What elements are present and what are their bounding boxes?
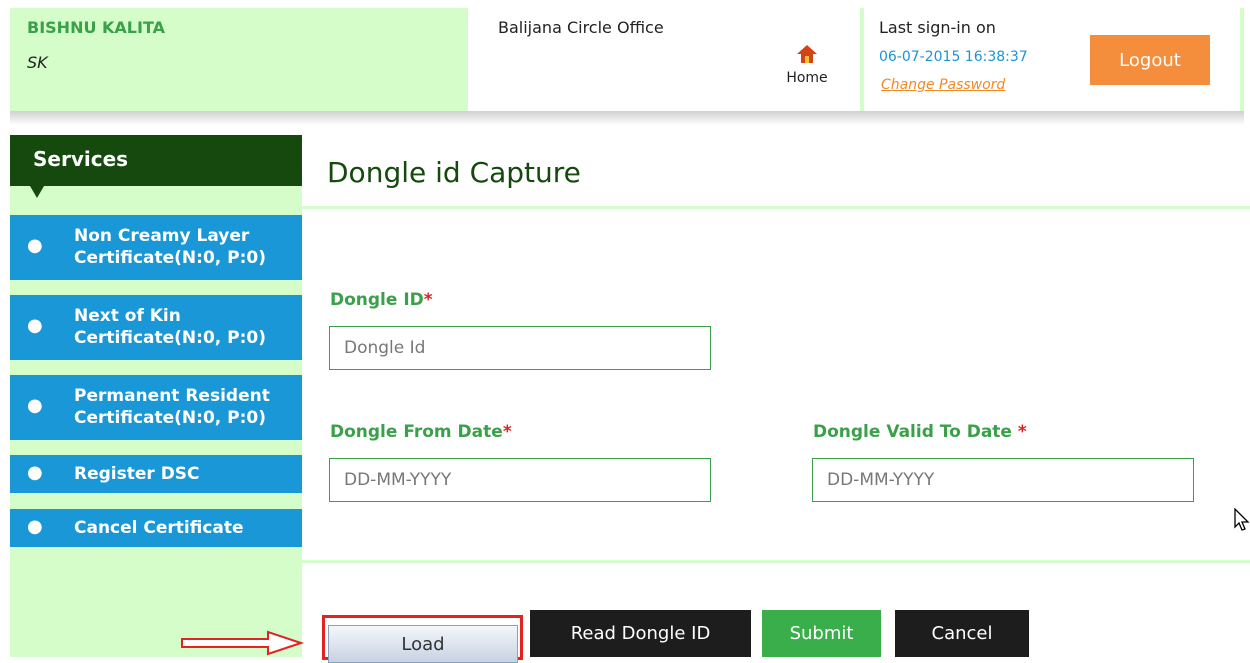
sidebar-item-cancel-certificate[interactable]: ● Cancel Certificate <box>10 509 302 547</box>
sidebar-item-non-creamy-layer[interactable]: ● Non Creamy Layer Certificate(N:0, P:0) <box>10 215 302 280</box>
valid-to-date-input[interactable] <box>812 458 1194 502</box>
bullet-icon: ● <box>27 462 43 483</box>
mouse-cursor-icon <box>1234 508 1250 531</box>
cancel-button[interactable]: Cancel <box>895 610 1029 657</box>
change-password-link[interactable]: Change Password <box>881 77 1005 93</box>
title-pointer-icon <box>30 186 44 198</box>
sidebar-item-sublabel: Certificate(N:0, P:0) <box>74 328 267 348</box>
bullet-icon: ● <box>27 235 43 256</box>
read-dongle-id-button[interactable]: Read Dongle ID <box>530 610 751 657</box>
services-sidebar: Services ● Non Creamy Layer Certificate(… <box>10 135 302 657</box>
sidebar-item-register-dsc[interactable]: ● Register DSC <box>10 455 302 493</box>
services-title-bar: Services <box>10 135 302 186</box>
services-title: Services <box>33 147 129 171</box>
valid-to-date-label: Dongle Valid To Date * <box>813 422 1027 442</box>
page-title: Dongle id Capture <box>327 156 581 189</box>
user-panel: BISHNU KALITA SK <box>10 8 468 111</box>
sidebar-item-label: Cancel Certificate <box>74 518 244 538</box>
required-mark: * <box>1017 422 1027 442</box>
office-name: Balijana Circle Office <box>498 18 664 37</box>
user-code: SK <box>27 53 48 72</box>
sidebar-item-permanent-resident[interactable]: ● Permanent Resident Certificate(N:0, P:… <box>10 375 302 440</box>
bullet-icon: ● <box>27 395 43 416</box>
sidebar-item-next-of-kin[interactable]: ● Next of Kin Certificate(N:0, P:0) <box>10 295 302 360</box>
sidebar-item-sublabel: Certificate(N:0, P:0) <box>74 248 267 268</box>
sidebar-item-label: Permanent Resident <box>74 386 270 406</box>
dongle-id-label: Dongle ID* <box>330 290 433 310</box>
home-label: Home <box>786 70 828 86</box>
required-mark: * <box>502 422 512 442</box>
title-divider <box>302 206 1250 209</box>
bullet-icon: ● <box>27 516 43 537</box>
required-mark: * <box>423 290 433 310</box>
session-panel: Last sign-in on 06-07-2015 16:38:37 Chan… <box>864 8 1244 111</box>
from-date-label: Dongle From Date* <box>330 422 512 442</box>
submit-button[interactable]: Submit <box>762 610 881 657</box>
logout-button[interactable]: Logout <box>1090 35 1210 85</box>
sidebar-item-sublabel: Certificate(N:0, P:0) <box>74 408 267 428</box>
sidebar-item-label: Next of Kin <box>74 306 181 326</box>
header-shadow <box>10 111 1244 125</box>
bullet-icon: ● <box>27 315 43 336</box>
from-date-input[interactable] <box>329 458 711 502</box>
user-name: BISHNU KALITA <box>27 18 165 37</box>
office-panel: Balijana Circle Office Home <box>468 8 860 111</box>
last-signin-date: 06-07-2015 16:38:37 <box>879 49 1028 65</box>
last-signin-label: Last sign-in on <box>879 18 996 37</box>
home-link[interactable]: Home <box>782 44 832 86</box>
red-arrow-icon <box>181 630 305 656</box>
load-button[interactable]: Load <box>328 625 518 663</box>
form-divider <box>302 560 1250 563</box>
sidebar-item-label: Register DSC <box>74 464 200 484</box>
home-icon <box>797 45 817 63</box>
dongle-id-input[interactable] <box>329 326 711 370</box>
sidebar-item-label: Non Creamy Layer <box>74 226 250 246</box>
